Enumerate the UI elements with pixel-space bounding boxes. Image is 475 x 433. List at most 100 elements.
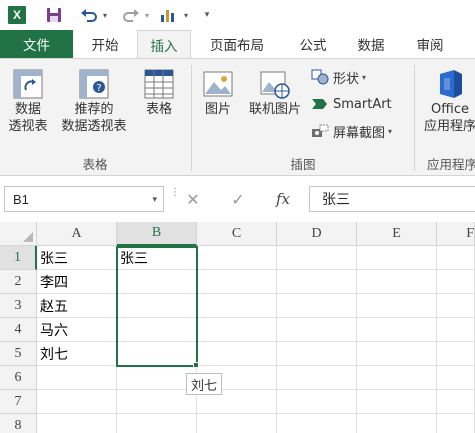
cell-e4[interactable] — [357, 318, 437, 342]
cell-d7[interactable] — [277, 390, 357, 414]
column-header-b[interactable]: B — [117, 222, 197, 246]
column-header-d[interactable]: D — [277, 222, 357, 246]
column-header-e[interactable]: E — [357, 222, 437, 246]
name-box[interactable]: B1 ▾ — [4, 186, 164, 212]
cell-d6[interactable] — [277, 366, 357, 390]
recommended-pivot-button[interactable]: ? 推荐的 数据透视表 — [55, 67, 133, 135]
cell-b6[interactable] — [117, 366, 197, 390]
undo-icon[interactable] — [78, 4, 100, 26]
cell-d2[interactable] — [277, 270, 357, 294]
cell-b1[interactable]: 张三 — [117, 246, 197, 270]
cell-c2[interactable] — [197, 270, 277, 294]
smartart-icon — [310, 95, 330, 113]
table-button[interactable]: 表格 — [137, 67, 181, 118]
cell-c4[interactable] — [197, 318, 277, 342]
cancel-icon[interactable]: ✕ — [181, 188, 205, 210]
cell-b8[interactable] — [117, 414, 197, 433]
pivot-table-button[interactable]: 数据 透视表 — [4, 67, 52, 135]
column-header-a[interactable]: A — [37, 222, 117, 246]
screenshot-button[interactable]: 屏幕截图 ▾ — [310, 121, 392, 141]
column-header-c[interactable]: C — [197, 222, 277, 246]
row-header-5[interactable]: 5 — [0, 342, 37, 366]
cell-a5[interactable]: 刘七 — [37, 342, 117, 366]
customize-icon[interactable]: ▾ — [201, 4, 213, 26]
cell-e1[interactable] — [357, 246, 437, 270]
row-header-3[interactable]: 3 — [0, 294, 37, 318]
cell-e3[interactable] — [357, 294, 437, 318]
row-header-8[interactable]: 8 — [0, 414, 37, 433]
cell-d5[interactable] — [277, 342, 357, 366]
save-icon[interactable] — [44, 4, 64, 26]
fill-handle[interactable] — [193, 362, 199, 368]
cell-f3[interactable] — [437, 294, 475, 318]
cell-d3[interactable] — [277, 294, 357, 318]
office-apps-button[interactable]: Office 应用程序 — [420, 67, 475, 135]
cell-d4[interactable] — [277, 318, 357, 342]
cell-a8[interactable] — [37, 414, 117, 433]
cell-a2[interactable]: 李四 — [37, 270, 117, 294]
tab-page-layout[interactable]: 页面布局 — [196, 30, 278, 58]
row-header-6[interactable]: 6 — [0, 366, 37, 390]
row-header-4[interactable]: 4 — [0, 318, 37, 342]
chart-dropdown-icon[interactable]: ▾ — [181, 4, 191, 26]
cell-d8[interactable] — [277, 414, 357, 433]
cell-f8[interactable] — [437, 414, 475, 433]
cell-b2[interactable] — [117, 270, 197, 294]
column-header-f[interactable]: F — [437, 222, 475, 246]
cell-a7[interactable] — [37, 390, 117, 414]
cell-e7[interactable] — [357, 390, 437, 414]
cell-e8[interactable] — [357, 414, 437, 433]
shapes-button[interactable]: 形状 ▾ — [310, 67, 366, 87]
pivot-table-label-2: 透视表 — [8, 119, 48, 134]
picture-button[interactable]: 图片 — [196, 67, 240, 118]
cell-e2[interactable] — [357, 270, 437, 294]
cell-a4[interactable]: 马六 — [37, 318, 117, 342]
tab-insert[interactable]: 插入 — [137, 30, 191, 59]
cell-f1[interactable] — [437, 246, 475, 270]
cell-f4[interactable] — [437, 318, 475, 342]
row-header-2[interactable]: 2 — [0, 270, 37, 294]
excel-logo-icon[interactable]: X — [6, 4, 28, 26]
cell-c1[interactable] — [197, 246, 277, 270]
chart-icon[interactable] — [157, 4, 179, 26]
cell-a1[interactable]: 张三 — [37, 246, 117, 270]
smartart-button[interactable]: SmartArt — [310, 94, 392, 114]
select-all-corner[interactable] — [0, 222, 37, 246]
cell-c5[interactable] — [197, 342, 277, 366]
insert-function-icon[interactable]: fx — [271, 188, 295, 210]
enter-icon[interactable]: ✓ — [226, 188, 250, 210]
cell-e5[interactable] — [357, 342, 437, 366]
tab-data[interactable]: 数据 — [344, 30, 398, 58]
ribbon-separator — [414, 65, 415, 171]
tab-review[interactable]: 审阅 — [403, 30, 457, 58]
row-header-7[interactable]: 7 — [0, 390, 37, 414]
name-box-value: B1 — [13, 191, 29, 207]
picture-icon — [200, 67, 236, 101]
online-picture-button[interactable]: 联机图片 — [243, 67, 307, 118]
formula-input[interactable]: 张三 — [309, 186, 475, 212]
name-box-dropdown-icon[interactable]: ▾ — [152, 194, 157, 205]
cell-b7[interactable] — [117, 390, 197, 414]
tab-home[interactable]: 开始 — [78, 30, 132, 58]
shapes-label: 形状 — [333, 71, 360, 87]
cell-a3[interactable]: 赵五 — [37, 294, 117, 318]
redo-dropdown-icon[interactable]: ▾ — [142, 4, 152, 26]
cell-f6[interactable] — [437, 366, 475, 390]
cell-f7[interactable] — [437, 390, 475, 414]
tab-formulas[interactable]: 公式 — [286, 30, 340, 58]
cell-f2[interactable] — [437, 270, 475, 294]
redo-icon[interactable] — [120, 4, 142, 26]
tab-file[interactable]: 文件 — [0, 30, 73, 58]
cell-b4[interactable] — [117, 318, 197, 342]
cell-c3[interactable] — [197, 294, 277, 318]
cell-e6[interactable] — [357, 366, 437, 390]
undo-dropdown-icon[interactable]: ▾ — [100, 4, 110, 26]
cell-d1[interactable] — [277, 246, 357, 270]
formula-bar-grip-icon[interactable]: ⋮ — [170, 188, 180, 208]
cell-f5[interactable] — [437, 342, 475, 366]
row-header-1[interactable]: 1 — [0, 246, 37, 270]
cell-b3[interactable] — [117, 294, 197, 318]
cell-b5[interactable] — [117, 342, 197, 366]
cell-a6[interactable] — [37, 366, 117, 390]
cell-c8[interactable] — [197, 414, 277, 433]
